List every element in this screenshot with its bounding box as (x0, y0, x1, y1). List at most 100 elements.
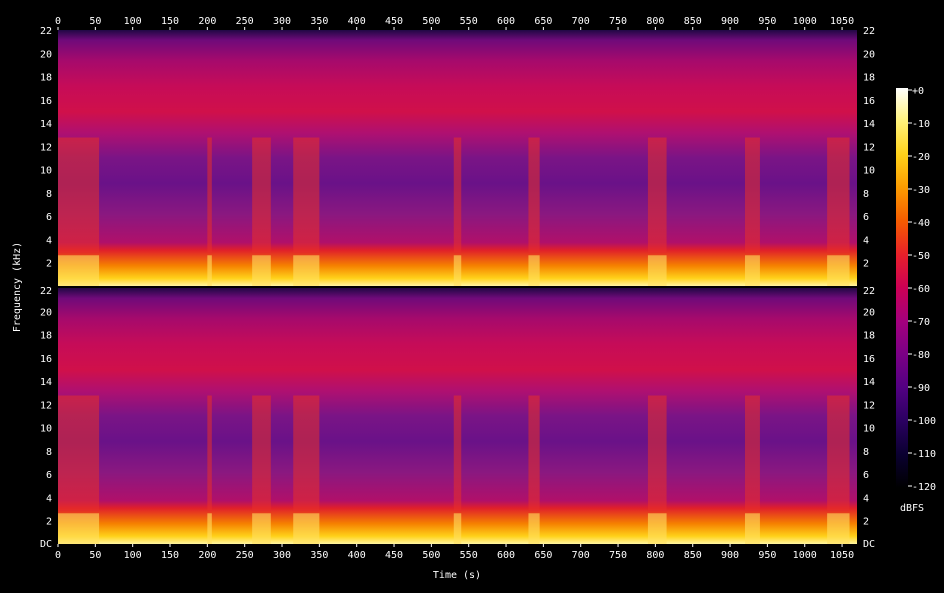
burst-band (827, 395, 850, 511)
x-tick-label-top: 750 (609, 16, 627, 27)
y-tick-label-right: 10 (863, 424, 875, 435)
y-tick-label-right: 14 (863, 377, 875, 388)
x-tick-label-top: 700 (572, 16, 590, 27)
burst-lowband (528, 255, 540, 286)
burst-band (207, 137, 212, 253)
colorbar-tick-label: -20 (912, 152, 930, 163)
x-tick-label-bottom: 650 (534, 550, 552, 561)
x-tick-label-bottom: 0 (55, 550, 61, 561)
y-tick-label-right: 10 (863, 166, 875, 177)
x-tick-label-bottom: 800 (646, 550, 664, 561)
burst-band (252, 137, 271, 253)
colorbar-tick-label: -120 (912, 482, 936, 493)
x-tick-label-bottom: 1050 (830, 550, 854, 561)
x-tick-label-bottom: 250 (236, 550, 254, 561)
burst-lowband (453, 513, 462, 544)
burst-band (647, 137, 667, 253)
x-tick-label-bottom: 200 (198, 550, 216, 561)
x-tick-label-bottom: 50 (89, 550, 101, 561)
x-tick-label-bottom: 400 (348, 550, 366, 561)
y-tick-label-left: 20 (40, 307, 52, 318)
x-tick-label-bottom: 350 (310, 550, 328, 561)
y-tick-label-right: 22 (863, 26, 875, 37)
burst-band (453, 395, 462, 511)
x-tick-label-bottom: 900 (721, 550, 739, 561)
burst-band (293, 137, 320, 253)
burst-lowband (207, 513, 212, 544)
y-tick-label-right: 8 (863, 189, 869, 200)
colorbar-tick-label: -30 (912, 185, 930, 196)
colorbar-label: dBFS (900, 503, 924, 514)
x-tick-label-top: 150 (161, 16, 179, 27)
burst-band (453, 137, 462, 253)
burst-band (58, 395, 100, 511)
x-tick-label-bottom: 100 (124, 550, 142, 561)
x-tick-label-bottom: 850 (684, 550, 702, 561)
y-tick-label-left: 16 (40, 354, 52, 365)
colorbar-gradient (896, 88, 908, 488)
y-tick-label-right: 8 (863, 447, 869, 458)
y-tick-label-left: 18 (40, 331, 52, 342)
burst-lowband (58, 255, 100, 286)
burst-band (744, 137, 760, 253)
x-tick-label-top: 450 (385, 16, 403, 27)
burst-band (207, 395, 212, 511)
x-tick-label-top: 550 (460, 16, 478, 27)
y-tick-label-right: 6 (863, 212, 869, 223)
y-tick-label-left: 14 (40, 377, 52, 388)
burst-band (528, 395, 540, 511)
colorbar-tick-label: -60 (912, 284, 930, 295)
x-tick-label-top: 950 (758, 16, 776, 27)
y-tick-label-left: 16 (40, 96, 52, 107)
x-tick-label-bottom: 550 (460, 550, 478, 561)
x-tick-label-top: 100 (124, 16, 142, 27)
x-axis-bottom: 0 50 100 150 200 250 300 350 400 450 500 550 600 650 7… (55, 544, 854, 561)
burst-band (58, 137, 100, 253)
colorbar-tick-label: +0 (912, 86, 924, 97)
y-axis-label: Frequency (kHz) (12, 242, 23, 332)
x-tick-label-top: 200 (198, 16, 216, 27)
y-tick-label-right: 4 (863, 235, 869, 246)
colorbar-tick-label: -50 (912, 251, 930, 262)
y-tick-label-right: 18 (863, 331, 875, 342)
x-tick-label-bottom: 150 (161, 550, 179, 561)
y-tick-label-right: 20 (863, 307, 875, 318)
y-tick-label-left: 6 (46, 470, 52, 481)
y-tick-label-left: 12 (40, 142, 52, 153)
y-tick-label-left: 4 (46, 493, 52, 504)
y-tick-label-left: 22 (40, 286, 52, 297)
x-tick-label-top: 50 (89, 16, 101, 27)
burst-lowband (252, 513, 271, 544)
x-axis-label: Time (s) (433, 570, 481, 581)
x-tick-label-top: 800 (646, 16, 664, 27)
y-tick-label-left: 14 (40, 119, 52, 130)
burst-band (827, 137, 850, 253)
y-tick-label-right: 12 (863, 142, 875, 153)
x-tick-label-bottom: 950 (758, 550, 776, 561)
y-tick-label-left: 12 (40, 400, 52, 411)
colorbar-tick-label: -100 (912, 416, 936, 427)
colorbar-tick-label: -40 (912, 218, 930, 229)
colorbar-tick-label: -110 (912, 449, 936, 460)
y-tick-label-right: DC (863, 539, 875, 550)
burst-lowband (827, 513, 850, 544)
y-tick-label-left: 8 (46, 189, 52, 200)
burst-lowband (647, 513, 667, 544)
burst-lowband (293, 513, 320, 544)
y-tick-label-left: 10 (40, 166, 52, 177)
burst-band (744, 395, 760, 511)
y-tick-label-left: 22 (40, 26, 52, 37)
y-tick-label-left: 2 (46, 517, 52, 528)
x-tick-label-top: 1050 (830, 16, 854, 27)
x-tick-label-bottom: 300 (273, 550, 291, 561)
colorbar-ticks: +0 -10 -20 -30 -40 -50 -60 -70 -80 -90 -100 -110 -12… (908, 86, 936, 493)
x-tick-label-top: 500 (422, 16, 440, 27)
x-tick-label-top: 300 (273, 16, 291, 27)
x-tick-label-top: 1000 (793, 16, 817, 27)
burst-band (647, 395, 667, 511)
y-tick-label-left: 6 (46, 212, 52, 223)
x-tick-label-top: 350 (310, 16, 328, 27)
y-tick-label-right: 2 (863, 517, 869, 528)
burst-lowband (453, 255, 462, 286)
spectrogram-chart: 0 50 100 150 200 250 300 350 400 450 500 550 600 650 7… (12, 16, 936, 581)
